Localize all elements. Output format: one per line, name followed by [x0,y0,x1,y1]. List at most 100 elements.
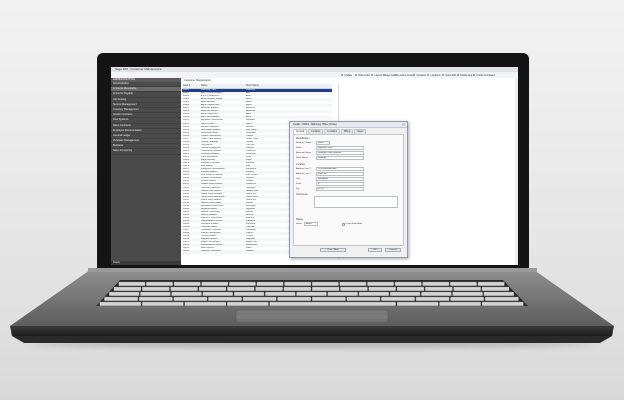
cancel-button[interactable]: Cancel [385,248,401,252]
quick-edit-checkbox[interactable] [342,222,345,226]
form-row: Name Mahoney Office [296,146,400,150]
keyboard-key [453,286,481,291]
keyboard-key [311,286,340,291]
status-bar: Ready [111,261,181,265]
quick-edit-label: Quick Edit Mode [346,223,363,225]
toolbar-master-codes[interactable]: Launch Master Codes [371,73,398,77]
keyboard-key [171,291,202,296]
prev-next-button[interactable]: Prev / Next [320,248,346,252]
comments-label: Comments [296,193,308,196]
toolbar-data-links[interactable]: Data Links [355,73,370,77]
field-input[interactable]: Mahoney Office Systems [316,151,364,155]
toolbar-mobile-app[interactable]: Mobile App [457,73,472,77]
keyboard-key [311,281,339,286]
keyboard-key [202,291,233,296]
keyboard-key [142,301,184,306]
field-label: Number / Name [296,142,312,144]
form-row: Address Line 2 Suite 100 [296,172,400,176]
field-label: Zip [296,188,300,190]
customer-details-dialog: Details - 00001 - Mahoney Office (Active… [289,121,408,258]
keyboard-key [146,281,173,286]
sidebar: ADMINISTRATION Administration Accounts Re… [111,78,181,265]
keyboard-key [421,291,452,296]
keyboard-key [477,281,505,286]
form-row: Short Name Mahoney [296,156,400,160]
field-input[interactable]: 62701 [316,187,364,191]
keyboard-key [269,301,396,306]
form-row: Number / Name 00001 [296,141,400,145]
keyboard-key [255,286,283,291]
field-input[interactable]: 1234 Industrial Blvd [316,167,364,171]
vertical-scrollbar[interactable] [515,78,518,265]
keyboard-key [415,296,450,301]
keyboard-key [173,296,208,301]
keyboard-key [99,301,142,306]
keyboard-key [339,281,367,286]
keyboard-key [439,301,481,306]
keyboard-key [265,291,296,296]
keyboard-key [226,301,269,306]
keyboard-key [138,296,173,301]
keyboard-key [142,286,170,291]
field-label: Address Line 2 [296,173,311,175]
field-input[interactable]: Mahoney [316,156,364,160]
keyboard-key [484,296,519,301]
field-label: Name [296,147,302,149]
dialog-titlebar: Details - 00001 - Mahoney Office (Active… [290,122,407,128]
field-label: State [296,183,302,185]
keyboard-key [381,296,415,301]
comments-textarea[interactable] [314,196,398,208]
dialog-title: Details - 00001 - Mahoney Office (Active… [293,123,337,126]
field-input[interactable]: Springfield [316,177,364,181]
keyboard-key [452,291,483,296]
app-screen: Sage 100 - Customer Maintenance Update D… [111,67,518,265]
keyboard-key [173,281,201,286]
keyboard-key [242,296,277,301]
status-select[interactable]: Active [304,222,318,226]
keyboard-key [198,286,227,291]
keyboard-key [104,296,138,301]
column-header-name[interactable]: Name [201,84,207,88]
field-label: Address Line 1 [296,168,311,170]
column-header-number[interactable]: Cust # [183,84,190,88]
form-row: Address Line 1 1234 Industrial Blvd [296,167,400,171]
form-row: State IL [296,182,400,186]
toolbar-create-templates[interactable]: Create Templates [473,73,495,77]
location-section-label: Location [296,163,306,166]
keyboard-key [109,291,140,296]
toolbar-lookup-codes[interactable]: Lookup Codes [395,73,414,77]
location-icon [427,73,430,77]
keyboard-key [368,286,396,291]
keyboard-key [118,281,146,286]
keyboard-key [140,291,171,296]
keyboard-key [340,286,368,291]
link-icon [355,73,358,77]
table-cell: Midwest Contractors [201,250,221,253]
keyboard-key [311,296,346,301]
field-label: Alternate Name [296,152,312,154]
field-input[interactable]: Suite 100 [316,172,364,176]
template-icon [473,73,476,77]
dialog-close-icon[interactable] [402,123,405,126]
sidebar-item[interactable]: Sales & Invoicing [111,149,181,155]
toolbar-quick-edit[interactable]: Quick Edit [442,73,456,77]
keyboard-key [425,286,453,291]
toolbar-locations[interactable]: Locations [427,73,441,77]
toolbar-contacts[interactable]: Contacts [413,73,426,77]
lookup-icon [395,73,398,77]
column-header-short-name[interactable]: Short Name [246,84,259,88]
laptop: Sage 100 - Customer Maintenance Update D… [0,0,624,400]
keyboard-key [367,281,394,286]
ok-button[interactable]: OK [368,248,382,252]
edit-icon [442,73,445,77]
contacts-icon [413,73,416,77]
form-row: Zip 62701 [296,187,400,191]
keyboard-key [450,296,485,301]
general-panel: Identification Number / Name 00001 Name Mah… [293,134,404,246]
keyboard-key [229,281,256,286]
field-input[interactable]: Mahoney Office [316,146,364,150]
field-input[interactable]: 00001 [316,141,330,145]
toolbar-update[interactable]: Update [341,73,352,77]
keyboard-key [283,286,312,291]
field-input[interactable]: IL [316,182,364,186]
